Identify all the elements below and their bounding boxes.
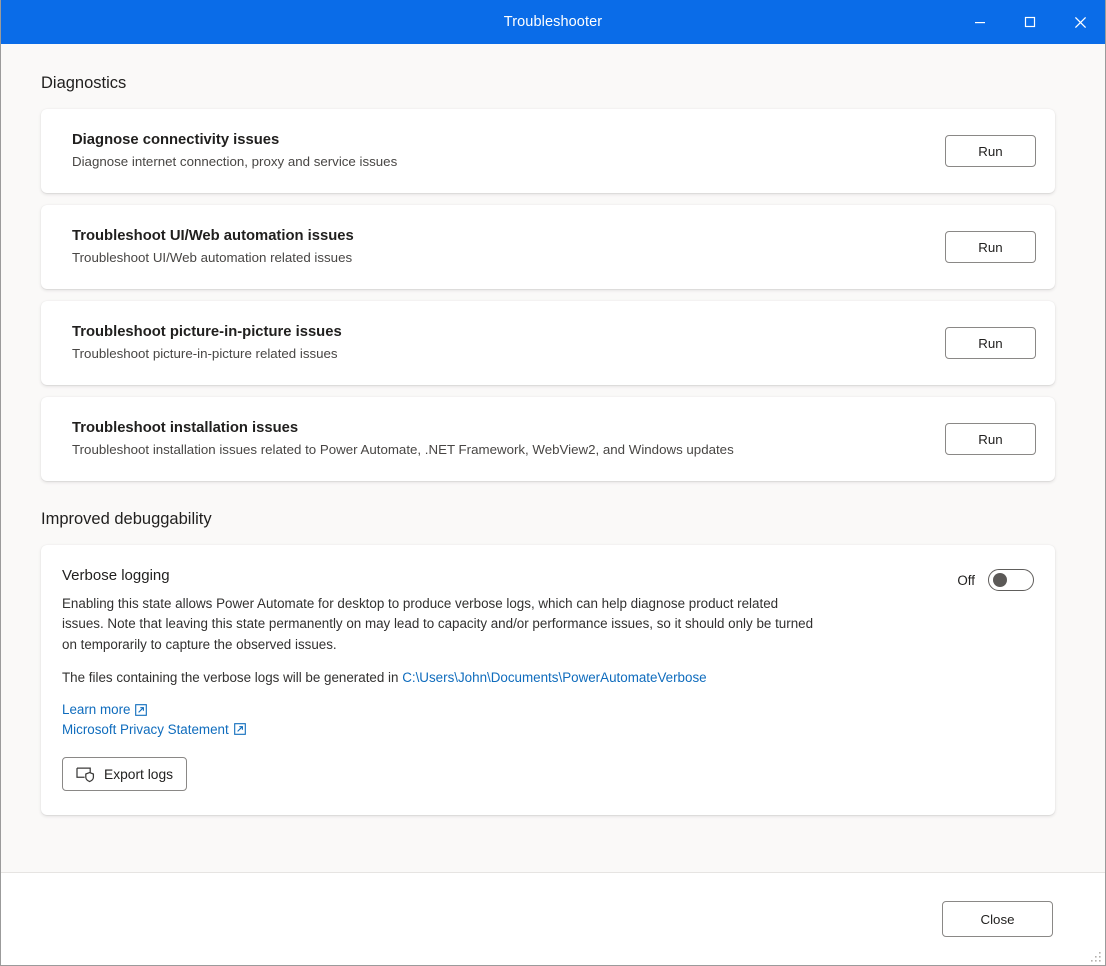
privacy-statement-label: Microsoft Privacy Statement xyxy=(62,721,229,737)
diagnostic-description: Troubleshoot UI/Web automation related i… xyxy=(72,250,353,266)
section-heading-debuggability: Improved debuggability xyxy=(41,510,212,528)
diagnostic-text: Diagnose connectivity issues Diagnose in… xyxy=(72,131,945,171)
close-icon xyxy=(1074,16,1086,28)
verbose-logging-title: Verbose logging xyxy=(62,567,170,584)
export-logs-button[interactable]: Export logs xyxy=(62,757,188,792)
verbose-logging-toggle[interactable] xyxy=(988,569,1034,591)
diagnostic-card: Troubleshoot installation issues Trouble… xyxy=(41,397,1055,481)
maximize-button[interactable] xyxy=(1005,0,1055,44)
diagnostic-description: Troubleshoot picture-in-picture related … xyxy=(72,346,338,362)
troubleshooter-window: Troubleshooter Diagnostics Diagnose conn… xyxy=(0,0,1106,966)
diagnostic-title: Troubleshoot picture-in-picture issues xyxy=(72,324,342,341)
minimize-button[interactable] xyxy=(955,0,1005,44)
diagnostic-description: Troubleshoot installation issues related… xyxy=(72,442,734,458)
debuggability-card-list: Verbose logging Enabling this state allo… xyxy=(1,529,1105,816)
privacy-statement-row: Microsoft Privacy Statement xyxy=(62,720,1034,739)
diagnostic-title: Troubleshoot UI/Web automation issues xyxy=(72,228,354,245)
diagnostic-card: Troubleshoot UI/Web automation issues Tr… xyxy=(41,205,1055,289)
learn-more-row: Learn more xyxy=(62,700,1034,719)
toggle-state-label: Off xyxy=(957,572,975,588)
verbose-log-path-link[interactable]: C:\Users\John\Documents\PowerAutomateVer… xyxy=(402,670,706,685)
run-button-connectivity[interactable]: Run xyxy=(945,135,1036,167)
diagnostics-card-list: Diagnose connectivity issues Diagnose in… xyxy=(1,93,1105,481)
diagnostic-text: Troubleshoot picture-in-picture issues T… xyxy=(72,323,945,363)
learn-more-label: Learn more xyxy=(62,702,131,718)
window-title: Troubleshooter xyxy=(503,14,603,30)
diagnostic-card: Troubleshoot picture-in-picture issues T… xyxy=(41,301,1055,385)
run-button-picture-in-picture[interactable]: Run xyxy=(945,327,1036,359)
title-bar: Troubleshooter xyxy=(1,0,1105,44)
diagnostic-card: Diagnose connectivity issues Diagnose in… xyxy=(41,109,1055,193)
verbose-logging-card: Verbose logging Enabling this state allo… xyxy=(41,545,1055,816)
content-area: Diagnostics Diagnose connectivity issues… xyxy=(1,44,1105,873)
verbose-logging-toggle-group: Off xyxy=(957,567,1034,591)
export-logs-label: Export logs xyxy=(104,766,174,782)
section-heading-diagnostics: Diagnostics xyxy=(41,74,127,92)
diagnostic-title: Troubleshoot installation issues xyxy=(72,420,299,437)
privacy-statement-link[interactable]: Microsoft Privacy Statement xyxy=(62,720,246,739)
resize-grip-icon[interactable] xyxy=(1090,951,1102,963)
window-controls xyxy=(955,0,1105,44)
external-link-icon xyxy=(233,723,246,736)
verbose-header-left: Verbose logging Enabling this state allo… xyxy=(62,567,939,668)
diagnostic-title: Diagnose connectivity issues xyxy=(72,132,280,149)
dialog-footer: Close xyxy=(1,873,1105,965)
export-logs-icon xyxy=(76,767,95,782)
toggle-knob xyxy=(993,573,1007,587)
run-button-installation[interactable]: Run xyxy=(945,423,1036,455)
close-window-button[interactable] xyxy=(1055,0,1105,44)
learn-more-link[interactable]: Learn more xyxy=(62,700,148,719)
verbose-logging-description: Enabling this state allows Power Automat… xyxy=(62,595,814,652)
minimize-icon xyxy=(975,22,985,24)
verbose-log-path-prefix: The files containing the verbose logs wi… xyxy=(62,669,403,685)
diagnostic-text: Troubleshoot installation issues Trouble… xyxy=(72,419,945,459)
verbose-header-row: Verbose logging Enabling this state allo… xyxy=(62,567,1034,668)
run-button-ui-web-automation[interactable]: Run xyxy=(945,231,1036,263)
close-dialog-button[interactable]: Close xyxy=(942,901,1053,937)
diagnostic-text: Troubleshoot UI/Web automation issues Tr… xyxy=(72,227,945,267)
maximize-icon xyxy=(1024,16,1036,28)
diagnostic-description: Diagnose internet connection, proxy and … xyxy=(72,154,398,170)
external-link-icon xyxy=(135,704,148,716)
verbose-log-path-line: The files containing the verbose logs wi… xyxy=(62,668,1034,688)
